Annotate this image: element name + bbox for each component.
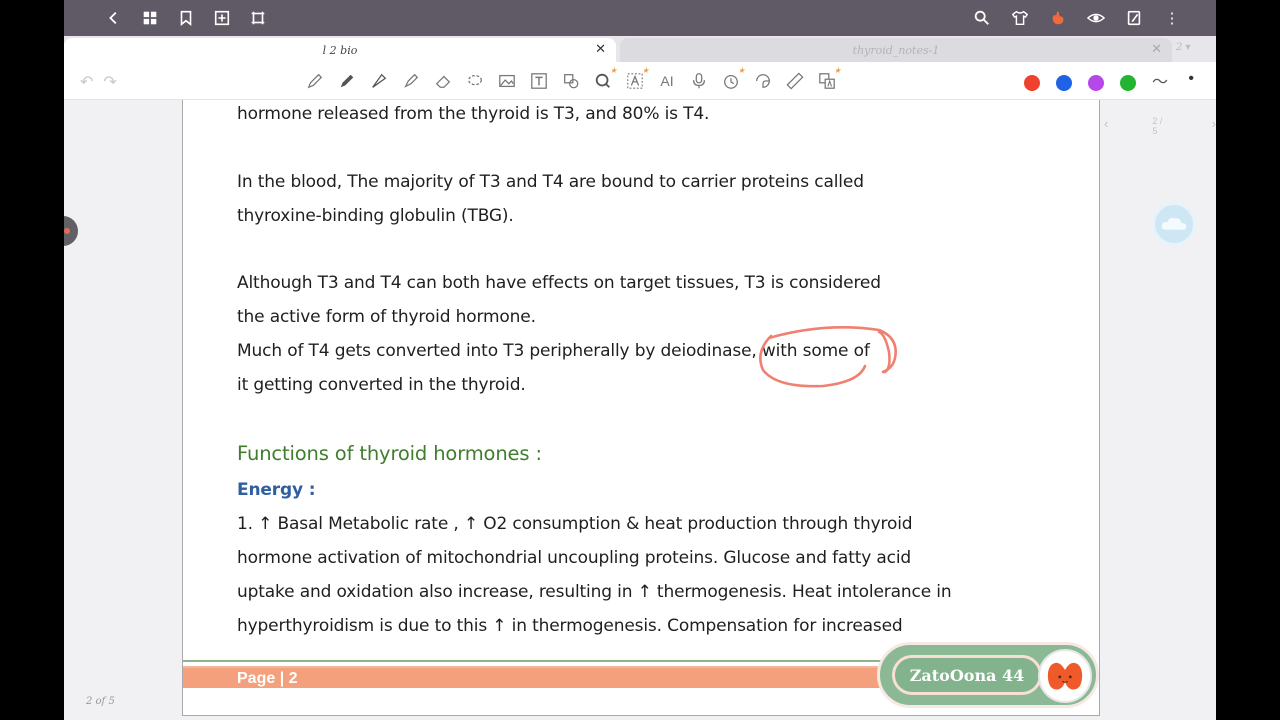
next-page-icon[interactable]: › (1212, 116, 1216, 136)
document-canvas[interactable]: hormone released from the thyroid is T3,… (64, 100, 1216, 720)
paragraph-line: the active form of thyroid hormone. (237, 307, 536, 327)
paragraph-line: hyperthyroidism is due to this ↑ in ther… (237, 616, 903, 636)
text-icon[interactable] (528, 70, 550, 92)
close-tab-icon[interactable]: ✕ (595, 42, 606, 57)
document-page[interactable]: hormone released from the thyroid is T3,… (182, 100, 1100, 716)
page-navigator: ‹ 2 / 5 › (1104, 116, 1216, 136)
thyroid-logo-icon (1038, 649, 1092, 703)
top-bar: ⋮ (64, 0, 1216, 36)
page-label: Page | 2 (237, 670, 298, 687)
stroke-style-icon[interactable]: 〜 (1152, 73, 1168, 93)
handwritten-circle-annotation[interactable] (755, 322, 901, 392)
pen-icon[interactable] (336, 70, 358, 92)
edit-doc-icon[interactable] (1124, 8, 1144, 28)
paragraph-line: uptake and oxidation also increase, resu… (237, 582, 952, 602)
cloud-assistant-icon[interactable] (1152, 202, 1196, 246)
paragraph-line: 1. ↑ Basal Metabolic rate , ↑ O2 consump… (237, 514, 913, 534)
page-footer: Page | 2 ZatoOona 44 (183, 642, 1101, 716)
ruler-icon[interactable] (784, 70, 806, 92)
ai-icon[interactable]: AI (656, 70, 678, 92)
pen-toolbar: ↶ ↷ ★ ★ AI ★ ★ 〜 • (64, 62, 1216, 100)
highlighter-icon[interactable] (400, 70, 422, 92)
side-panel-handle[interactable] (64, 216, 78, 246)
image-icon[interactable] (496, 70, 518, 92)
section-heading: Functions of thyroid hormones : (237, 442, 542, 465)
color-swatch-red[interactable] (1024, 75, 1040, 91)
paragraph-line: In the blood, The majority of T3 and T4 … (237, 172, 864, 192)
tab-inactive[interactable]: thyroid_notes-1 ✕ (620, 38, 1172, 62)
sticker-icon[interactable] (752, 70, 774, 92)
lasso-icon[interactable] (464, 70, 486, 92)
tab-bar: l 2 bio ✕ thyroid_notes-1 ✕ 2 ▾ (64, 36, 1216, 62)
color-swatch-green[interactable] (1120, 75, 1136, 91)
color-swatch-blue[interactable] (1056, 75, 1072, 91)
magnifier-icon[interactable]: ★ (592, 66, 617, 92)
page-count: 2 of 5 (86, 696, 115, 707)
color-palette: 〜 (1024, 73, 1168, 93)
fountain-pen-icon[interactable] (368, 70, 390, 92)
close-tab-icon[interactable]: ✕ (1151, 42, 1162, 57)
badge-text: ZatoOona 44 (892, 655, 1042, 695)
more-vertical-icon[interactable]: ⋮ (1162, 8, 1182, 28)
hand-icon[interactable] (1048, 8, 1068, 28)
app-screen: ⋮ l 2 bio ✕ thyroid_notes-1 ✕ 2 ▾ ↶ ↷ ★ … (64, 0, 1216, 720)
eraser-icon[interactable] (432, 70, 454, 92)
bookmark-icon[interactable] (176, 8, 196, 28)
paragraph-line: it getting converted in the thyroid. (237, 375, 526, 395)
paragraph-line: Although T3 and T4 can both have effects… (237, 273, 881, 293)
paragraph-line: hormone released from the thyroid is T3,… (237, 104, 710, 124)
microphone-icon[interactable] (688, 70, 710, 92)
eye-icon[interactable] (1086, 8, 1106, 28)
translate-icon[interactable]: ★ (816, 66, 841, 92)
toolbar-more-icon[interactable]: • (1188, 70, 1194, 88)
shapes-icon[interactable] (560, 70, 582, 92)
pencil-icon[interactable] (304, 70, 326, 92)
search-icon[interactable] (972, 8, 992, 28)
shirt-icon[interactable] (1010, 8, 1030, 28)
author-badge: ZatoOona 44 (877, 642, 1099, 708)
tab-inactive-label: thyroid_notes-1 (852, 43, 940, 57)
redo-icon[interactable]: ↷ (103, 72, 116, 92)
timer-icon[interactable]: ★ (720, 66, 745, 92)
paragraph-line: thyroxine-binding globulin (TBG). (237, 206, 514, 226)
grid-icon[interactable] (140, 8, 160, 28)
color-swatch-purple[interactable] (1088, 75, 1104, 91)
tab-overflow[interactable]: 2 ▾ (1176, 42, 1191, 53)
tab-active-label: l 2 bio (322, 43, 358, 57)
add-page-icon[interactable] (212, 8, 232, 28)
footer-band: Page | 2 (183, 666, 903, 688)
crop-icon[interactable] (248, 8, 268, 28)
tab-active[interactable]: l 2 bio ✕ (64, 38, 616, 62)
undo-icon[interactable]: ↶ (80, 72, 93, 92)
subsection-heading: Energy : (237, 480, 316, 500)
text-box-icon[interactable]: ★ (624, 66, 649, 92)
back-icon[interactable] (104, 8, 124, 28)
paragraph-line: hormone activation of mitochondrial unco… (237, 548, 912, 568)
prev-page-icon[interactable]: ‹ (1104, 116, 1108, 136)
page-indicator: 2 / 5 (1152, 116, 1163, 136)
